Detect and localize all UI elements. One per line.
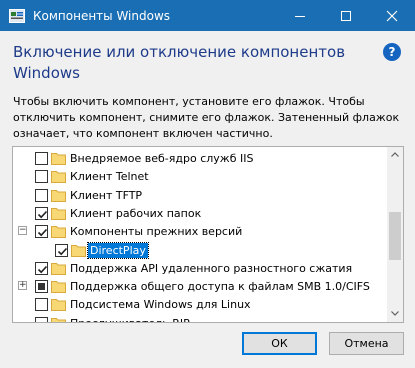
close-button[interactable] <box>369 0 415 31</box>
feature-label: Клиент рабочих папок <box>70 206 202 220</box>
feature-checkbox[interactable] <box>35 280 48 294</box>
close-icon <box>386 10 398 22</box>
scroll-up-button[interactable] <box>387 147 403 163</box>
chevron-up-icon <box>391 152 399 157</box>
feature-checkbox[interactable] <box>35 261 48 275</box>
expand-icon[interactable]: + <box>18 280 27 291</box>
feature-label: Клиент Telnet <box>70 170 149 184</box>
feature-row[interactable]: + Поддержка общего доступа к файлам SMB 1… <box>13 277 387 295</box>
feature-checkbox[interactable] <box>35 152 48 165</box>
dialog-heading: Включение или отключение компонентов Win… <box>13 43 346 82</box>
scroll-thumb[interactable] <box>389 212 401 260</box>
expander-glyph: + <box>19 280 27 291</box>
feature-row[interactable]: DirectPlay <box>13 241 387 259</box>
feature-checkbox[interactable] <box>35 206 48 220</box>
folder-icon <box>51 279 66 294</box>
feature-label: Внедряемое веб-ядро служб IIS <box>70 152 254 165</box>
feature-row[interactable]: Поддержка API удаленного разностного сжа… <box>13 259 387 277</box>
vertical-scrollbar[interactable] <box>387 147 403 322</box>
feature-row[interactable]: Клиент Telnet <box>13 167 387 185</box>
features-tree[interactable]: Внедряемое веб-ядро служб IIS Клиент Teln… <box>12 146 404 323</box>
scroll-down-button[interactable] <box>387 306 403 322</box>
feature-row[interactable]: − Компоненты прежних версий <box>13 222 387 240</box>
feature-checkbox[interactable] <box>35 316 48 322</box>
folder-icon <box>71 243 86 257</box>
help-icon[interactable]: ? <box>383 43 401 61</box>
minimize-button[interactable] <box>277 0 323 31</box>
feature-checkbox[interactable] <box>35 225 48 239</box>
minimize-icon <box>295 16 305 17</box>
ok-button[interactable]: ОК <box>242 332 317 355</box>
instructions-text: Чтобы включить компонент, установите его… <box>13 95 400 140</box>
cancel-button[interactable]: Отмена <box>329 332 404 355</box>
feature-label: DirectPlay <box>87 241 149 259</box>
feature-label: Поддержка API удаленного разностного сжа… <box>70 261 353 275</box>
folder-icon <box>51 224 66 239</box>
feature-checkbox[interactable] <box>35 298 48 312</box>
maximize-button[interactable] <box>323 0 369 31</box>
feature-label: Прослушиватель RIP <box>68 316 192 322</box>
feature-label: Поддержка общего доступа к файлам SMB 1.… <box>70 280 370 294</box>
feature-checkbox[interactable] <box>35 170 48 184</box>
folder-icon <box>51 188 66 202</box>
feature-checkbox[interactable] <box>55 243 68 257</box>
feature-label: Подсистема Windows для Linux <box>70 298 251 312</box>
window-title: Компоненты Windows <box>33 9 171 23</box>
folder-icon <box>51 206 66 220</box>
feature-label: Клиент TFTP <box>70 188 143 202</box>
chevron-down-icon <box>391 311 399 316</box>
feature-row[interactable]: Внедряемое веб-ядро служб IIS <box>13 149 387 167</box>
feature-row[interactable]: Прослушиватель RIP <box>13 314 387 322</box>
feature-checkbox[interactable] <box>35 188 48 202</box>
windows-features-dialog: Компоненты Windows Включение или отключе… <box>0 0 415 368</box>
app-icon <box>9 8 25 23</box>
feature-label: Компоненты прежних версий <box>70 225 243 239</box>
folder-icon <box>51 169 66 184</box>
feature-row[interactable]: Клиент TFTP <box>13 186 387 204</box>
folder-icon <box>51 316 66 322</box>
folder-icon <box>51 151 66 165</box>
feature-row[interactable]: Подсистема Windows для Linux <box>13 295 387 313</box>
folder-icon <box>51 297 66 312</box>
folder-icon <box>51 261 66 275</box>
feature-row[interactable]: Клиент рабочих папок <box>13 204 387 222</box>
expander-glyph: − <box>19 225 27 236</box>
maximize-icon <box>341 11 351 21</box>
title-bar[interactable]: Компоненты Windows <box>0 0 415 31</box>
collapse-icon[interactable]: − <box>18 225 27 236</box>
